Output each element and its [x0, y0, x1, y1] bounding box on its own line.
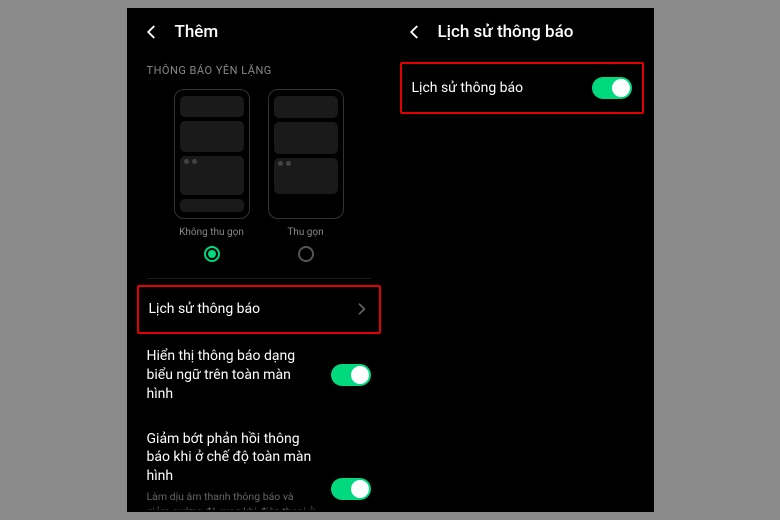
back-arrow-icon[interactable] [143, 23, 161, 41]
setting-notification-history: Lịch sử thông báo [402, 64, 642, 112]
toggle-notification-history[interactable] [592, 77, 632, 99]
preview-mock-collapsed [268, 89, 344, 219]
right-screen: Lịch sử thông báo Lịch sử thông báo [392, 10, 652, 510]
setting-banner-fullscreen: Hiển thị thông báo dạng biểu ngữ trên to… [129, 334, 389, 417]
header: Lịch sử thông báo [392, 10, 652, 54]
radio-collapsed[interactable] [298, 246, 314, 262]
setting-reduce-title: Giảm bớt phản hồi thông báo khi ở chế độ… [147, 430, 319, 487]
left-screen: Thêm THÔNG BÁO YÊN LẶNG Không thu gọn [129, 10, 389, 510]
chevron-right-icon [353, 301, 369, 317]
highlight-history-toggle: Lịch sử thông báo [400, 62, 644, 114]
setting-reduce-feedback: Giảm bớt phản hồi thông báo khi ở chế độ… [129, 417, 389, 510]
notification-preview-options: Không thu gọn Thu gọn [129, 89, 389, 262]
divider [147, 278, 371, 279]
preview-label-expanded: Không thu gọn [179, 227, 244, 238]
page-title: Lịch sử thông báo [438, 22, 574, 42]
setting-banner-title: Hiển thị thông báo dạng biểu ngữ trên to… [147, 347, 319, 404]
radio-expanded[interactable] [204, 246, 220, 262]
nav-history-label: Lịch sử thông báo [149, 300, 261, 319]
setting-reduce-desc: Làm dịu âm thanh thông báo và giảm cường… [147, 490, 319, 510]
section-label: THÔNG BÁO YÊN LẶNG [129, 54, 389, 89]
nav-notification-history[interactable]: Lịch sử thông báo [139, 287, 379, 332]
preview-label-collapsed: Thu gọn [287, 227, 323, 238]
history-toggle-label: Lịch sử thông báo [412, 79, 524, 98]
toggle-banner[interactable] [331, 364, 371, 386]
back-arrow-icon[interactable] [406, 23, 424, 41]
preview-mock-expanded [174, 89, 250, 219]
preview-option-collapsed[interactable]: Thu gọn [268, 89, 344, 262]
toggle-reduce-feedback[interactable] [331, 478, 371, 500]
highlight-notification-history: Lịch sử thông báo [137, 285, 381, 334]
page-title: Thêm [175, 22, 219, 42]
header: Thêm [129, 10, 389, 54]
preview-option-expanded[interactable]: Không thu gọn [174, 89, 250, 262]
